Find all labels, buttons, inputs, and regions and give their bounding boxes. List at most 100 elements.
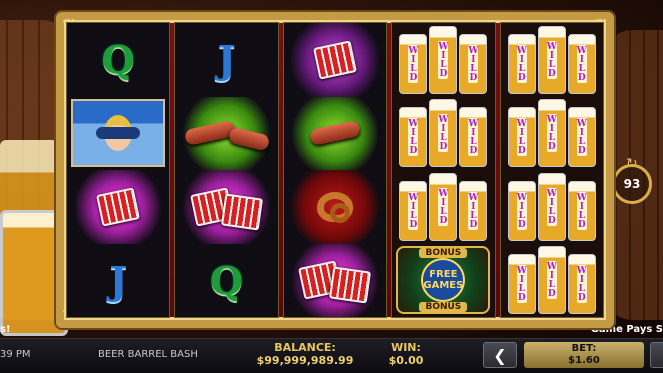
edge-text-left: s!	[0, 324, 11, 335]
wild-mug-icon: WILD	[567, 180, 596, 241]
symbol-accordion	[283, 23, 387, 97]
accordion-icon	[220, 193, 263, 231]
wild-mug-icon: WILD	[399, 33, 428, 94]
reel-5: WILD WILD WILD WILD WILD WILD WILD WILD …	[499, 22, 604, 318]
symbol-q-letter: Q	[101, 37, 135, 83]
wild-label: WILD	[576, 118, 587, 157]
wild-label: WILD	[576, 191, 587, 230]
wild-mug-icon: WILD	[429, 172, 458, 241]
symbol-sausage	[283, 96, 387, 170]
symbol-j-letter: J	[109, 257, 128, 303]
wild-label: WILD	[468, 191, 479, 230]
symbol-q: Q	[175, 244, 277, 318]
wild-label: WILD	[516, 265, 527, 304]
symbol-wild: WILD WILD WILD	[501, 23, 603, 97]
bonus-cap-icon: BONUS FREE GAMES BONUS	[396, 246, 491, 315]
wild-label: WILD	[438, 40, 449, 79]
wild-mug-icon: WILD	[507, 180, 536, 241]
reel-grid: Q J J Q WILD WILD WILD WILD WILD WILD WI…	[66, 22, 604, 318]
wild-mug-icon: WILD	[537, 246, 566, 315]
sausage-icon	[227, 126, 270, 152]
wild-mug-icon: WILD	[507, 33, 536, 94]
win-label: WIN:	[391, 341, 421, 354]
wild-mug-icon: WILD	[567, 33, 596, 94]
symbol-pretzel	[283, 170, 387, 244]
wild-mug-icon: WILD	[537, 25, 566, 94]
wild-label: WILD	[468, 44, 479, 83]
chevron-left-icon: ❮	[493, 345, 507, 365]
wild-mug-icon: WILD	[507, 254, 536, 315]
clock-label: 39 PM	[0, 349, 31, 360]
wild-label: WILD	[576, 265, 587, 304]
bet-increase-button[interactable]	[650, 342, 663, 368]
accordion-icon	[328, 266, 372, 304]
symbol-wild: WILD WILD WILD	[392, 97, 494, 171]
wild-mug-icon: WILD	[537, 99, 566, 168]
wild-label: WILD	[438, 114, 449, 153]
wild-mug-icon: WILD	[459, 107, 488, 168]
wild-mug-icon: WILD	[507, 107, 536, 168]
wild-label: WILD	[408, 191, 419, 230]
wild-mug-icon: WILD	[399, 107, 428, 168]
bet-decrease-button[interactable]: ❮	[483, 342, 517, 368]
balance-label: BALANCE:	[274, 341, 336, 354]
pretzel-icon	[316, 191, 353, 223]
symbol-j: J	[175, 23, 277, 97]
wild-mug-icon: WILD	[429, 25, 458, 94]
sausage-icon	[183, 120, 236, 147]
symbol-q-letter: Q	[210, 257, 244, 303]
symbol-girl	[67, 97, 169, 171]
win-display: WIN: $0.00	[372, 341, 440, 367]
win-value: $0.00	[388, 354, 424, 367]
symbol-wild: WILD WILD WILD	[392, 170, 494, 244]
bet-label: BET:	[571, 343, 597, 354]
reel-4: WILD WILD WILD WILD WILD WILD WILD WILD …	[391, 22, 496, 318]
wild-mug-icon: WILD	[429, 99, 458, 168]
sausage-icon	[308, 120, 362, 147]
accordion-icon	[313, 40, 357, 80]
symbol-sausage	[175, 96, 278, 170]
wild-label: WILD	[516, 118, 527, 157]
wild-mug-icon: WILD	[567, 254, 596, 315]
wild-label: WILD	[516, 191, 527, 230]
wild-mug-icon: WILD	[399, 180, 428, 241]
symbol-wild: WILD WILD WILD	[501, 244, 603, 318]
wild-label: WILD	[546, 261, 557, 300]
symbol-wild: WILD WILD WILD	[501, 170, 603, 244]
spins-counter-button[interactable]: 93	[612, 164, 652, 204]
bonus-label-top: BONUS	[419, 248, 468, 259]
symbol-q: Q	[67, 23, 169, 97]
wild-label: WILD	[576, 44, 587, 83]
reel-2: J Q	[174, 22, 279, 318]
wild-label: WILD	[408, 118, 419, 157]
bonus-free-games-label: FREE GAMES	[421, 258, 466, 303]
symbol-bonus: BONUS FREE GAMES BONUS	[392, 244, 494, 318]
game-scene: s! Game Pays S ↻ 93 ❦ ❦ ❦ ❦ Q J J Q	[0, 0, 663, 338]
symbol-j: J	[67, 244, 169, 318]
wild-mug-icon: WILD	[459, 180, 488, 241]
wild-label: WILD	[438, 187, 449, 226]
symbol-wild: WILD WILD WILD	[392, 23, 494, 97]
accordion-icon	[96, 187, 141, 227]
symbol-wild: WILD WILD WILD	[501, 97, 603, 171]
symbol-accordion	[67, 170, 170, 244]
wild-mug-icon: WILD	[567, 107, 596, 168]
symbol-accordion	[283, 243, 387, 317]
symbol-accordion	[175, 170, 278, 244]
girl-portrait-icon	[71, 99, 166, 168]
reel-3	[282, 22, 388, 318]
balance-value: $99,999,989.99	[256, 354, 354, 367]
game-title: BEER BARREL BASH	[98, 349, 198, 360]
wild-label: WILD	[546, 187, 557, 226]
bonus-label-bottom: BONUS	[419, 302, 468, 313]
reel-1: Q J	[66, 22, 171, 318]
wild-label: WILD	[546, 114, 557, 153]
wild-label: WILD	[468, 118, 479, 157]
wild-mug-icon: WILD	[537, 172, 566, 241]
wild-label: WILD	[546, 40, 557, 79]
bet-display-button[interactable]: BET: $1.60	[524, 342, 644, 368]
wild-label: WILD	[516, 44, 527, 83]
symbol-j-letter: J	[217, 37, 236, 83]
wild-mug-icon: WILD	[459, 33, 488, 94]
balance-display: BALANCE: $99,999,989.99	[240, 341, 370, 367]
